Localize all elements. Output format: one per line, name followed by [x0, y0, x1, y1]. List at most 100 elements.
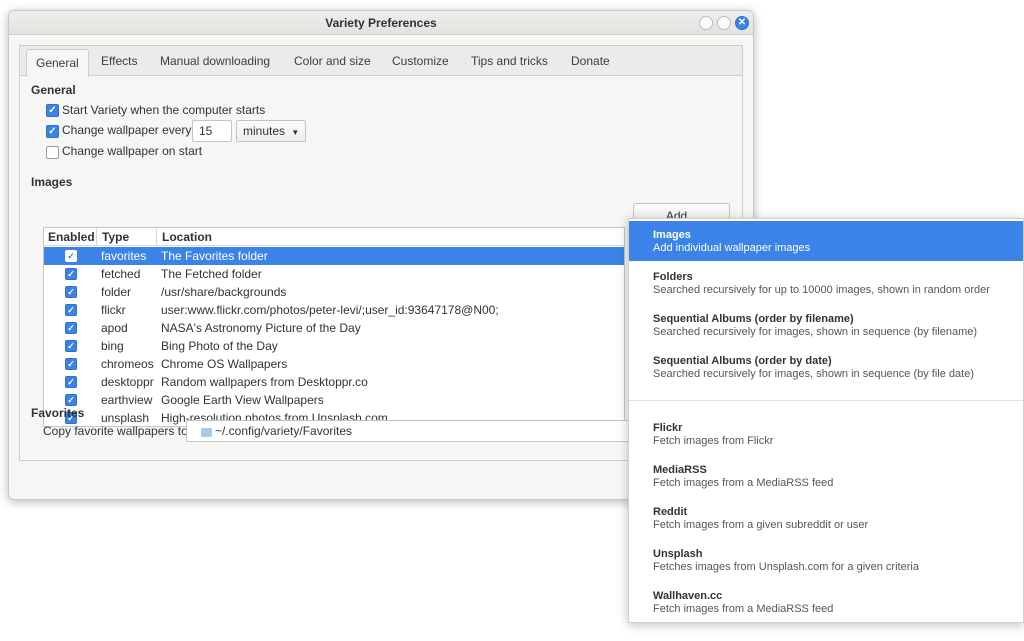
menu-item-desc: Fetches images from Unsplash.com for a g… [653, 561, 919, 573]
row-enabled-checkbox[interactable]: ✓ [65, 322, 77, 334]
menu-item-title: Images [653, 229, 691, 241]
menu-item-title: Flickr [653, 422, 683, 434]
table-row[interactable]: ✓ bing Bing Photo of the Day [44, 337, 624, 355]
menu-item-flickr[interactable]: Flickr Fetch images from Flickr [629, 414, 1023, 454]
favorites-folder-chooser[interactable]: ~/.config/variety/Favorites [186, 420, 636, 442]
menu-item-unsplash[interactable]: Unsplash Fetches images from Unsplash.co… [629, 540, 1023, 580]
table-row[interactable]: ✓ apod NASA's Astronomy Picture of the D… [44, 319, 624, 337]
menu-item-sequential-date[interactable]: Sequential Albums (order by date) Search… [629, 347, 1023, 387]
menu-item-wallhaven[interactable]: Wallhaven.cc Fetch images from a MediaRS… [629, 582, 1023, 622]
add-source-menu: Images Add individual wallpaper images F… [628, 218, 1024, 623]
table-row[interactable]: ✓ favorites The Favorites folder [44, 247, 624, 265]
row-location: The Fetched folder [161, 267, 262, 281]
row-type: apod [101, 321, 128, 335]
menu-item-folders[interactable]: Folders Searched recursively for up to 1… [629, 263, 1023, 303]
images-heading: Images [31, 175, 73, 189]
column-divider [156, 228, 157, 246]
row-type: fetched [101, 267, 141, 281]
tab-general[interactable]: General [26, 49, 89, 77]
copy-favorites-label: Copy favorite wallpapers to [43, 424, 188, 438]
favorites-path: ~/.config/variety/Favorites [215, 424, 353, 438]
menu-item-title: Folders [653, 271, 693, 283]
image-sources-table[interactable]: Enabled Type Location ✓ favorites The Fa… [43, 227, 625, 427]
menu-item-title: MediaRSS [653, 464, 707, 476]
row-location: NASA's Astronomy Picture of the Day [161, 321, 361, 335]
menu-item-desc: Searched recursively for images, shown i… [653, 326, 978, 338]
title-bar[interactable]: Variety Preferences ✕ [9, 11, 753, 35]
interval-unit-value: minutes [243, 124, 286, 138]
menu-separator [629, 400, 1023, 401]
chevron-down-icon: ▼ [291, 128, 300, 137]
start-on-boot-checkbox[interactable]: ✓ [46, 104, 59, 117]
column-divider [96, 228, 97, 246]
row-type: desktoppr [101, 375, 154, 389]
general-heading: General [31, 83, 76, 97]
row-type: favorites [101, 249, 147, 263]
tab-bar: General Effects Manual downloading Color… [20, 46, 742, 77]
menu-item-desc: Searched recursively for up to 10000 ima… [653, 284, 990, 296]
row-type: folder [101, 285, 132, 299]
row-enabled-checkbox[interactable]: ✓ [65, 304, 77, 316]
row-type: flickr [101, 303, 126, 317]
change-every-label[interactable]: Change wallpaper every [62, 123, 191, 137]
change-on-start-label[interactable]: Change wallpaper on start [62, 144, 202, 158]
tab-manual-downloading[interactable]: Manual downloading [160, 54, 270, 68]
row-type: chromeos [101, 357, 154, 371]
table-header: Enabled Type Location [44, 228, 624, 246]
menu-item-reddit[interactable]: Reddit Fetch images from a given subredd… [629, 498, 1023, 538]
column-enabled[interactable]: Enabled [48, 230, 95, 244]
menu-item-sequential-filename[interactable]: Sequential Albums (order by filename) Se… [629, 305, 1023, 345]
table-row[interactable]: ✓ chromeos Chrome OS Wallpapers [44, 355, 624, 373]
menu-item-desc: Fetch images from a given subreddit or u… [653, 519, 869, 531]
row-location: /usr/share/backgrounds [161, 285, 287, 299]
tab-tips-and-tricks[interactable]: Tips and tricks [471, 54, 548, 68]
tab-donate[interactable]: Donate [571, 54, 610, 68]
menu-item-title: Sequential Albums (order by date) [653, 355, 832, 367]
window-title: Variety Preferences [325, 16, 437, 30]
row-type: earthview [101, 393, 153, 407]
row-location: user:www.flickr.com/photos/peter-levi/;u… [161, 303, 499, 317]
table-row[interactable]: ✓ fetched The Fetched folder [44, 265, 624, 283]
menu-item-mediarss[interactable]: MediaRSS Fetch images from a MediaRSS fe… [629, 456, 1023, 496]
row-enabled-checkbox[interactable]: ✓ [65, 286, 77, 298]
table-row[interactable]: ✓ folder /usr/share/backgrounds [44, 283, 624, 301]
minimize-button[interactable] [699, 16, 713, 30]
column-location[interactable]: Location [162, 230, 212, 244]
row-location: Chrome OS Wallpapers [161, 357, 288, 371]
tab-customize[interactable]: Customize [392, 54, 449, 68]
table-row[interactable]: ✓ earthview Google Earth View Wallpapers [44, 391, 624, 409]
menu-item-title: Wallhaven.cc [653, 590, 723, 602]
favorites-heading: Favorites [31, 406, 85, 420]
row-enabled-checkbox[interactable]: ✓ [65, 376, 77, 388]
row-location: Bing Photo of the Day [161, 339, 278, 353]
interval-unit-select[interactable]: minutes ▼ [236, 120, 306, 142]
row-enabled-checkbox[interactable]: ✓ [65, 250, 77, 262]
menu-item-desc: Fetch images from a MediaRSS feed [653, 477, 834, 489]
menu-item-desc: Add individual wallpaper images [653, 242, 811, 254]
change-every-checkbox[interactable]: ✓ [46, 125, 59, 138]
table-row[interactable]: ✓ flickr user:www.flickr.com/photos/pete… [44, 301, 624, 319]
tab-color-and-size[interactable]: Color and size [294, 54, 371, 68]
close-button[interactable]: ✕ [735, 16, 749, 30]
menu-item-title: Sequential Albums (order by filename) [653, 313, 854, 325]
row-enabled-checkbox[interactable]: ✓ [65, 394, 77, 406]
start-on-boot-label[interactable]: Start Variety when the computer starts [62, 103, 265, 117]
change-on-start-checkbox[interactable] [46, 146, 59, 159]
menu-item-title: Unsplash [653, 548, 703, 560]
table-row[interactable]: ✓ desktoppr Random wallpapers from Deskt… [44, 373, 624, 391]
menu-item-title: Reddit [653, 506, 688, 518]
folder-icon [201, 428, 212, 437]
row-enabled-checkbox[interactable]: ✓ [65, 268, 77, 280]
row-enabled-checkbox[interactable]: ✓ [65, 358, 77, 370]
row-type: bing [101, 339, 124, 353]
row-enabled-checkbox[interactable]: ✓ [65, 340, 77, 352]
interval-input[interactable]: 15 [192, 120, 232, 142]
maximize-button[interactable] [717, 16, 731, 30]
menu-item-images[interactable]: Images Add individual wallpaper images [629, 221, 1023, 261]
tab-effects[interactable]: Effects [101, 54, 137, 68]
row-type: unsplash [101, 411, 150, 425]
menu-item-desc: Fetch images from Flickr [653, 435, 774, 447]
column-type[interactable]: Type [102, 230, 129, 244]
row-location: Google Earth View Wallpapers [161, 393, 324, 407]
menu-item-desc: Searched recursively for images, shown i… [653, 368, 974, 380]
